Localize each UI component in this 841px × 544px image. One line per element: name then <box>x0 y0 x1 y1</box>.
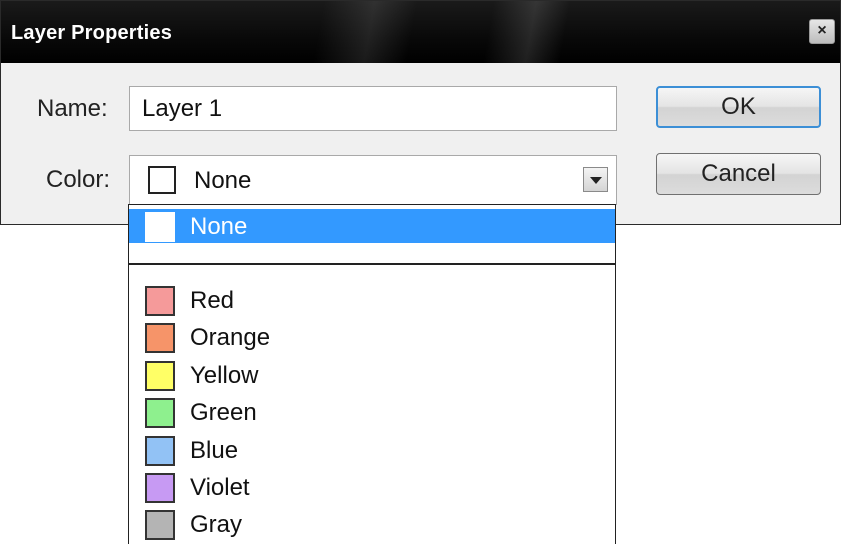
dropdown-option-label: Orange <box>190 324 271 351</box>
color-swatch-red <box>145 286 175 316</box>
color-swatch-yellow <box>145 361 175 391</box>
dropdown-option-label: Yellow <box>190 362 259 389</box>
dropdown-option-label: Green <box>190 399 257 426</box>
dropdown-option-yellow[interactable]: Yellow <box>129 358 615 392</box>
dropdown-option-none[interactable]: None <box>129 209 615 243</box>
name-label: Name: <box>37 95 108 122</box>
color-label: Color: <box>46 166 111 193</box>
dropdown-option-gray[interactable]: Gray <box>129 507 615 541</box>
color-swatch-green <box>145 398 175 428</box>
color-select[interactable]: None <box>129 155 617 205</box>
color-swatch-violet <box>145 473 175 503</box>
ok-button[interactable]: OK <box>656 86 821 128</box>
close-button[interactable]: × <box>809 19 835 44</box>
close-icon: × <box>817 22 827 39</box>
color-select-value: None <box>194 167 252 194</box>
color-swatch-none <box>145 212 175 242</box>
cancel-button[interactable]: Cancel <box>656 153 821 195</box>
chevron-down-icon[interactable] <box>583 167 608 192</box>
dropdown-option-label: None <box>190 213 248 240</box>
dropdown-option-label: Violet <box>190 474 250 501</box>
dropdown-option-blue[interactable]: Blue <box>129 433 615 467</box>
color-dropdown-list: None Red Orange Yellow Green Blue Violet… <box>128 204 616 544</box>
layer-properties-dialog: Layer Properties × Name: Color: None OK … <box>0 0 841 225</box>
dropdown-option-label: Gray <box>190 511 243 538</box>
name-input[interactable] <box>129 86 617 131</box>
title-bar[interactable]: Layer Properties × <box>1 1 840 63</box>
dropdown-option-label: Blue <box>190 437 239 464</box>
window-title: Layer Properties <box>11 22 173 44</box>
color-swatch-orange <box>145 323 175 353</box>
dropdown-option-label: Red <box>190 287 235 314</box>
color-swatch <box>148 166 176 194</box>
dropdown-option-green[interactable]: Green <box>129 395 615 429</box>
dropdown-separator <box>129 263 615 265</box>
dropdown-option-orange[interactable]: Orange <box>129 320 615 354</box>
dropdown-option-red[interactable]: Red <box>129 283 615 317</box>
color-swatch-blue <box>145 436 175 466</box>
dropdown-option-violet[interactable]: Violet <box>129 470 615 504</box>
color-swatch-gray <box>145 510 175 540</box>
